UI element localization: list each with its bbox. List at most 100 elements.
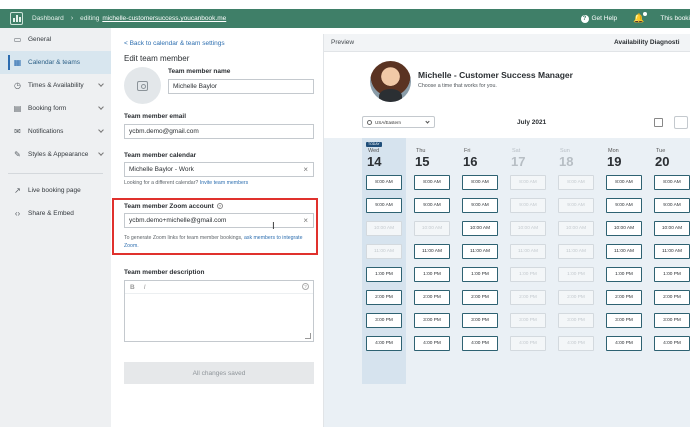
time-slot-button[interactable]: 10:00 AM [462, 221, 498, 236]
time-slot-button[interactable]: 8:00 AM [606, 175, 642, 190]
day-column: Sun 18 8:00 AM 9:00 AM 10:00 AM 11:00 AM 1:00 … [554, 138, 598, 384]
view-toggle-button[interactable] [674, 116, 688, 129]
sidebar-item-booking-form[interactable]: ▤ Booking form [0, 97, 111, 120]
time-slot-button[interactable]: 10:00 AM [654, 221, 690, 236]
time-slot-button[interactable]: 10:00 AM [606, 221, 642, 236]
time-slot-button[interactable]: 1:00 PM [654, 267, 690, 282]
time-slot-button[interactable]: 8:00 AM [654, 175, 690, 190]
invite-team-members-link[interactable]: Invite team members [200, 180, 248, 186]
calendar-label: Team member calendar [124, 152, 197, 159]
breadcrumb-dashboard[interactable]: Dashboard [32, 15, 64, 22]
time-slot-button[interactable]: 8:00 AM [462, 175, 498, 190]
time-slot-button[interactable]: 1:00 PM [606, 267, 642, 282]
time-slot-button[interactable]: 8:00 AM [366, 175, 402, 190]
time-slot-button[interactable]: 11:00 AM [654, 244, 690, 259]
email-value: ycbm.demo@gmail.com [129, 128, 199, 135]
time-slot-button[interactable]: 9:00 AM [366, 198, 402, 213]
calendar-grid: TODAY Wed 14 8:00 AM 9:00 AM 10:00 AM 11:00 AM… [324, 138, 690, 427]
italic-icon[interactable]: I [144, 284, 146, 291]
zoom-account-field[interactable]: ycbm.demo+michelle@gmail.com × [124, 213, 314, 228]
avatar-upload[interactable] [124, 67, 161, 104]
time-slot-button[interactable]: 2:00 PM [462, 290, 498, 305]
day-number[interactable]: 14 [367, 154, 381, 169]
clear-icon[interactable]: × [303, 216, 308, 225]
time-slot-button[interactable]: 9:00 AM [606, 198, 642, 213]
back-link[interactable]: < Back to calendar & team settings [124, 40, 225, 47]
time-slot-button[interactable]: 3:00 PM [366, 313, 402, 328]
help-icon[interactable]: ? [302, 283, 309, 290]
time-slot-button: 3:00 PM [510, 313, 546, 328]
today-badge: TODAY [366, 142, 382, 147]
name-label: Team member name [168, 68, 231, 75]
time-slot-button[interactable]: 1:00 PM [462, 267, 498, 282]
preview-panel: Preview Availability Diagnosti Michelle … [323, 34, 690, 427]
info-icon[interactable]: ? [216, 203, 223, 210]
time-slot-button[interactable]: 3:00 PM [414, 313, 450, 328]
get-help-button[interactable]: ? Get Help [580, 14, 617, 23]
email-field[interactable]: ycbm.demo@gmail.com [124, 124, 314, 139]
time-slot-button[interactable]: 4:00 PM [462, 336, 498, 351]
time-slot-button[interactable]: 1:00 PM [414, 267, 450, 282]
calendar-view-icon[interactable] [654, 118, 663, 127]
time-slot-button[interactable]: 11:00 AM [462, 244, 498, 259]
sidebar-item-calendar-teams[interactable]: ▦ Calendar & teams [0, 51, 111, 74]
sidebar-link-live-booking-page[interactable]: ↗ Live booking page [0, 179, 111, 202]
code-icon: ‹› [14, 209, 21, 218]
day-number[interactable]: 17 [511, 154, 525, 169]
app-logo-icon[interactable] [10, 12, 23, 25]
time-slot-button[interactable]: 9:00 AM [414, 198, 450, 213]
time-slot-button[interactable]: 4:00 PM [654, 336, 690, 351]
time-slot-button: 4:00 PM [510, 336, 546, 351]
sidebar-item-notifications[interactable]: ✉ Notifications [0, 120, 111, 143]
availability-diagnostics-tab[interactable]: Availability Diagnosti [614, 39, 680, 46]
day-number[interactable]: 19 [607, 154, 621, 169]
day-number[interactable]: 15 [415, 154, 429, 169]
timezone-select[interactable]: USA/Eastern [362, 116, 435, 128]
day-number[interactable]: 20 [655, 154, 669, 169]
time-slot-button[interactable]: 11:00 AM [414, 244, 450, 259]
time-slot-button: 9:00 AM [510, 198, 546, 213]
time-slot-button: 3:00 PM [558, 313, 594, 328]
host-avatar [370, 61, 411, 102]
time-slot-button[interactable]: 11:00 AM [606, 244, 642, 259]
name-field[interactable]: Michelle Baylor [168, 79, 314, 94]
day-number[interactable]: 16 [463, 154, 477, 169]
time-slot-button[interactable]: 3:00 PM [654, 313, 690, 328]
form-icon: ▤ [13, 104, 22, 113]
sidebar-item-styles-appearance[interactable]: ✎ Styles & Appearance [0, 143, 111, 166]
booking-page-link[interactable]: michelle-customersuccess.youcanbook.me [102, 15, 226, 22]
image-icon [137, 80, 148, 91]
bold-icon[interactable]: B [130, 284, 135, 291]
time-slot-button[interactable]: 2:00 PM [606, 290, 642, 305]
time-slot-button[interactable]: 2:00 PM [654, 290, 690, 305]
time-slot-button[interactable]: 2:00 PM [366, 290, 402, 305]
calendar-select[interactable]: Michelle Baylor - Work × [124, 162, 314, 177]
day-number[interactable]: 18 [559, 154, 573, 169]
time-slot-button[interactable]: 2:00 PM [414, 290, 450, 305]
time-slot-button[interactable]: 4:00 PM [606, 336, 642, 351]
resize-handle-icon[interactable] [305, 333, 311, 339]
bookings-menu[interactable]: This booki [660, 15, 690, 22]
time-slot-button[interactable]: 8:00 AM [414, 175, 450, 190]
host-name: Michelle - Customer Success Manager [418, 70, 573, 80]
time-slot-button[interactable]: 4:00 PM [366, 336, 402, 351]
sidebar-item-general[interactable]: ▭ General [0, 28, 111, 51]
save-status-button[interactable]: All changes saved [124, 362, 314, 384]
notification-bell-icon[interactable]: 🔔 [633, 12, 648, 24]
time-slot-button: 4:00 PM [558, 336, 594, 351]
time-slot-button[interactable]: 9:00 AM [462, 198, 498, 213]
description-editor[interactable]: B I ? [124, 280, 314, 342]
clear-icon[interactable]: × [303, 165, 308, 174]
time-slot-button[interactable]: 1:00 PM [366, 267, 402, 282]
time-slot-button: 1:00 PM [558, 267, 594, 282]
sidebar-item-times-availability[interactable]: ◷ Times & Availability [0, 74, 111, 97]
time-slot-button: 11:00 AM [366, 244, 402, 259]
time-slot-button[interactable]: 4:00 PM [414, 336, 450, 351]
time-slot-button[interactable]: 9:00 AM [654, 198, 690, 213]
time-slot-button[interactable]: 3:00 PM [462, 313, 498, 328]
sidebar-link-share-embed[interactable]: ‹› Share & Embed [0, 202, 111, 225]
chevron-down-icon [98, 150, 104, 156]
zoom-value: ycbm.demo+michelle@gmail.com [129, 217, 227, 224]
time-slot-button[interactable]: 3:00 PM [606, 313, 642, 328]
host-subtitle: Choose a time that works for you. [418, 83, 497, 89]
